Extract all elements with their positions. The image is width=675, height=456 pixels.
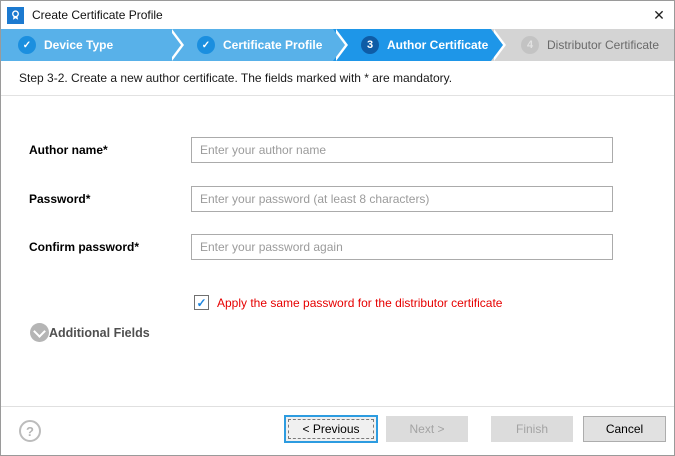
confirm-password-label: Confirm password* bbox=[29, 240, 139, 254]
footer-bar: ? < Previous Next > Finish Cancel bbox=[1, 406, 674, 456]
step-certificate-profile: ✓ Certificate Profile bbox=[169, 29, 333, 61]
chevron-down-icon[interactable] bbox=[30, 323, 49, 342]
wizard-steps: ✓ Device Type ✓ Certificate Profile 3 Au… bbox=[1, 29, 674, 61]
step-label: Author Certificate bbox=[387, 38, 488, 52]
title-bar: Create Certificate Profile ✕ bbox=[1, 1, 674, 29]
same-password-checkbox[interactable]: ✓ bbox=[194, 295, 209, 310]
step-check-icon: ✓ bbox=[18, 36, 36, 54]
author-name-input[interactable] bbox=[191, 137, 613, 163]
password-label: Password* bbox=[29, 192, 90, 206]
finish-button: Finish bbox=[491, 416, 573, 442]
instruction-text: Step 3-2. Create a new author certificat… bbox=[1, 61, 674, 96]
close-icon[interactable]: ✕ bbox=[644, 3, 674, 27]
step-label: Distributor Certificate bbox=[547, 38, 659, 52]
certificate-badge-icon bbox=[7, 7, 24, 24]
additional-fields-label: Additional Fields bbox=[49, 326, 150, 340]
password-input[interactable] bbox=[191, 186, 613, 212]
author-name-label: Author name* bbox=[29, 143, 108, 157]
additional-fields-expander[interactable]: Additional Fields bbox=[30, 323, 150, 342]
step-device-type: ✓ Device Type bbox=[1, 29, 169, 61]
step-number-badge: 4 bbox=[521, 36, 539, 54]
window-title: Create Certificate Profile bbox=[32, 8, 163, 22]
step-number-badge: 3 bbox=[361, 36, 379, 54]
same-password-label[interactable]: Apply the same password for the distribu… bbox=[217, 296, 502, 310]
next-button: Next > bbox=[386, 416, 468, 442]
same-password-row: ✓ Apply the same password for the distri… bbox=[194, 295, 502, 310]
create-certificate-profile-dialog: Create Certificate Profile ✕ ✓ Device Ty… bbox=[0, 0, 675, 456]
step-check-icon: ✓ bbox=[197, 36, 215, 54]
step-label: Certificate Profile bbox=[223, 38, 322, 52]
step-author-certificate: 3 Author Certificate bbox=[333, 29, 491, 61]
previous-button[interactable]: < Previous bbox=[284, 415, 378, 443]
cancel-button[interactable]: Cancel bbox=[583, 416, 666, 442]
confirm-password-input[interactable] bbox=[191, 234, 613, 260]
step-label: Device Type bbox=[44, 38, 113, 52]
help-icon[interactable]: ? bbox=[19, 420, 41, 442]
step-distributor-certificate: 4 Distributor Certificate bbox=[491, 29, 674, 61]
